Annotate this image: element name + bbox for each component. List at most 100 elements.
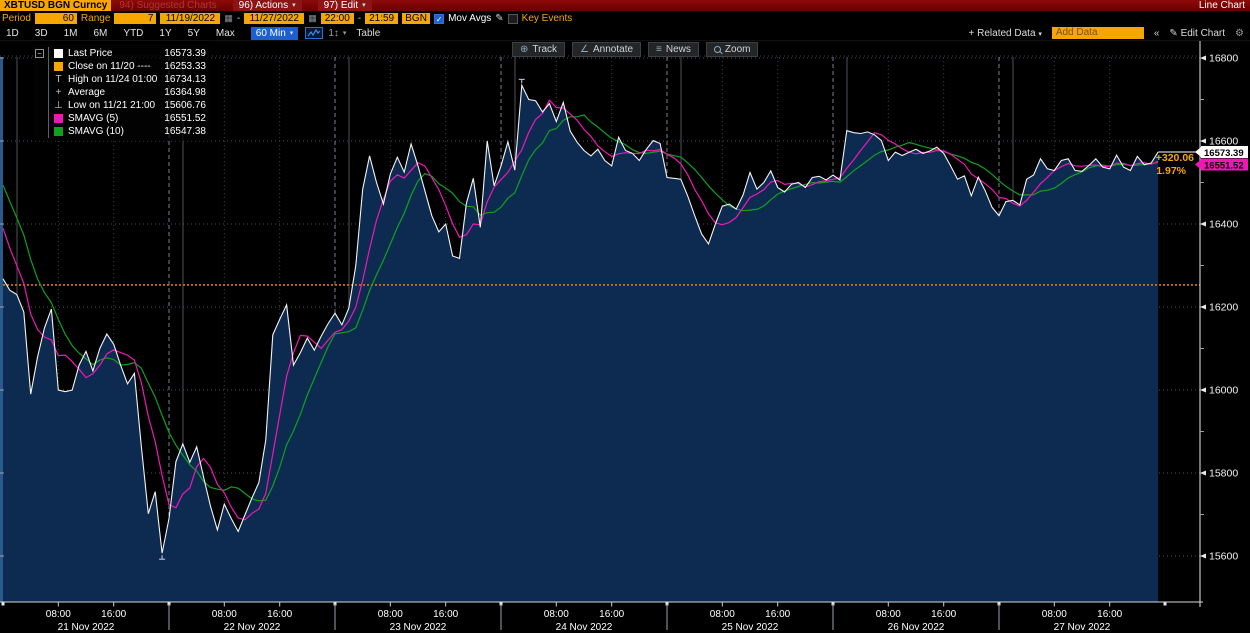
svg-text:16800: 16800 [1209, 53, 1238, 65]
preset-ytd[interactable]: YTD [123, 28, 143, 39]
time-from-input[interactable]: 22:00 [321, 13, 354, 24]
preset-1y[interactable]: 1Y [159, 28, 171, 39]
legend-label: SMAVG (10) [68, 126, 124, 137]
edit-chart-button[interactable]: ✎ Edit Chart [1169, 28, 1225, 39]
series-swatch-icon [54, 127, 63, 136]
svg-text:16:00: 16:00 [433, 609, 458, 620]
legend-item-high[interactable]: T High on 11/24 01:00 16734.13 [54, 73, 206, 86]
annotate-label: Annotate [593, 44, 633, 55]
zoom-button[interactable]: Zoom [706, 42, 759, 57]
legend-label: High on 11/24 01:00 [68, 74, 157, 85]
interval-dropdown[interactable]: 60 Min ▾ [251, 27, 299, 40]
bloomberg-chart-window: XBTUSD BGN Curncy 94) Suggested Charts 9… [0, 0, 1250, 633]
range-bar: 1D 3D 1M 6M YTD 1Y 5Y Max 60 Min ▾ 1↕ ▾ … [0, 26, 1250, 41]
chevron-down-icon: ▾ [362, 0, 366, 11]
legend-item-low[interactable]: ⊥ Low on 11/21 21:00 15606.76 [54, 99, 206, 112]
bar-style-icon[interactable]: 1↕ [328, 28, 339, 39]
preset-6m[interactable]: 6M [94, 28, 108, 39]
title-bar: XBTUSD BGN Curncy 94) Suggested Charts 9… [0, 0, 1250, 11]
time-separator: - [358, 13, 361, 24]
preset-3d[interactable]: 3D [35, 28, 48, 39]
security-ticker[interactable]: XBTUSD BGN Curncy [0, 0, 111, 11]
edit-chart-label: Edit Chart [1181, 28, 1225, 39]
legend-item-last-price[interactable]: Last Price 16573.39 [54, 47, 206, 60]
mov-avgs-checkbox[interactable]: ✓ [434, 14, 444, 24]
chevron-down-icon: ▾ [1038, 31, 1042, 38]
svg-text:16400: 16400 [1209, 219, 1238, 231]
svg-text:27 Nov 2022: 27 Nov 2022 [1054, 622, 1111, 633]
edit-menu[interactable]: 97) Edit ▾ [318, 0, 372, 11]
legend-item-smavg10[interactable]: SMAVG (10) 16547.38 [54, 125, 206, 138]
svg-text:22 Nov 2022: 22 Nov 2022 [224, 622, 281, 633]
svg-text:21 Nov 2022: 21 Nov 2022 [58, 622, 115, 633]
collapse-panel-button[interactable]: « [1154, 28, 1160, 39]
preset-max[interactable]: Max [216, 28, 235, 39]
edit-menu-label: 97) Edit [324, 0, 358, 11]
preset-1m[interactable]: 1M [64, 28, 78, 39]
legend-label: Close on 11/20 ---- [68, 61, 151, 72]
svg-text:1.97%: 1.97% [1156, 165, 1186, 177]
date-from-input[interactable]: 11/19/2022 [160, 13, 220, 24]
date-to-input[interactable]: 11/27/2022 [244, 13, 304, 24]
chevron-down-icon[interactable]: ▾ [343, 29, 347, 37]
track-button[interactable]: ⊕ Track [512, 42, 565, 57]
svg-text:16200: 16200 [1209, 302, 1238, 314]
svg-text:08:00: 08:00 [710, 609, 735, 620]
series-swatch-icon [54, 49, 63, 58]
add-data-input[interactable]: Add Data [1052, 27, 1144, 39]
range-input[interactable]: 7 [114, 13, 156, 24]
gear-icon[interactable]: ⚙ [1235, 28, 1244, 39]
key-events-checkbox[interactable] [508, 14, 518, 24]
legend-collapse-toggle[interactable]: − [35, 49, 44, 58]
legend-label: Average [68, 87, 105, 98]
svg-text:16:00: 16:00 [101, 609, 126, 620]
price-source-input[interactable]: BGN [402, 13, 430, 24]
annotate-button[interactable]: ∠ Annotate [572, 42, 641, 57]
svg-text:16600: 16600 [1209, 136, 1238, 148]
svg-text:23 Nov 2022: 23 Nov 2022 [390, 622, 447, 633]
calendar-icon[interactable]: ▦ [224, 13, 233, 24]
svg-text:08:00: 08:00 [46, 609, 71, 620]
actions-menu[interactable]: 96) Actions ▾ [233, 0, 302, 11]
related-data-label: + Related Data [969, 28, 1036, 39]
svg-text:26 Nov 2022: 26 Nov 2022 [888, 622, 945, 633]
legend-value: 16573.39 [164, 48, 206, 59]
edit-mov-avgs-pencil-icon[interactable]: ✎ [495, 13, 503, 24]
series-swatch-icon [54, 62, 63, 71]
settings-bar: Period 60 Range 7 11/19/2022 ▦ - 11/27/2… [0, 11, 1250, 26]
svg-text:16:00: 16:00 [267, 609, 292, 620]
zoom-magnifier-icon [714, 46, 721, 53]
table-button[interactable]: Table [356, 28, 380, 39]
svg-text:16:00: 16:00 [1097, 609, 1122, 620]
preset-5y[interactable]: 5Y [188, 28, 200, 39]
interval-value: 60 Min [256, 27, 286, 40]
pencil-icon: ✎ [1169, 28, 1177, 39]
zoom-label: Zoom [725, 44, 751, 55]
chart-toolbar: ⊕ Track ∠ Annotate ≡ News Zoom [512, 42, 758, 57]
svg-text:16551.52: 16551.52 [1204, 160, 1244, 171]
legend-item-close[interactable]: Close on 11/20 ---- 16253.33 [54, 60, 206, 73]
related-data-menu[interactable]: + Related Data ▾ [969, 28, 1042, 39]
line-chart-icon[interactable] [305, 27, 323, 39]
suggested-charts-menu[interactable]: 94) Suggested Charts [119, 0, 216, 11]
svg-text:08:00: 08:00 [544, 609, 569, 620]
legend-value: 16253.33 [164, 61, 206, 72]
svg-text:08:00: 08:00 [212, 609, 237, 620]
low-marker-icon: ⊥ [54, 101, 63, 110]
svg-text:08:00: 08:00 [378, 609, 403, 620]
svg-text:+320.06: +320.06 [1156, 152, 1194, 164]
time-to-input[interactable]: 21:59 [365, 13, 398, 24]
legend-value: 15606.76 [164, 100, 206, 111]
legend-value: 16547.38 [164, 126, 206, 137]
svg-text:16:00: 16:00 [765, 609, 790, 620]
legend-item-smavg5[interactable]: SMAVG (5) 16551.52 [54, 112, 206, 125]
legend-item-average[interactable]: + Average 16364.98 [54, 86, 206, 99]
legend-value: 16364.98 [164, 87, 206, 98]
news-label: News [666, 44, 691, 55]
period-input[interactable]: 60 [35, 13, 77, 24]
news-lines-icon: ≡ [656, 44, 662, 55]
calendar-icon[interactable]: ▦ [308, 13, 317, 24]
key-events-label: Key Events [522, 13, 573, 24]
news-button[interactable]: ≡ News [648, 42, 699, 57]
preset-1d[interactable]: 1D [6, 28, 19, 39]
